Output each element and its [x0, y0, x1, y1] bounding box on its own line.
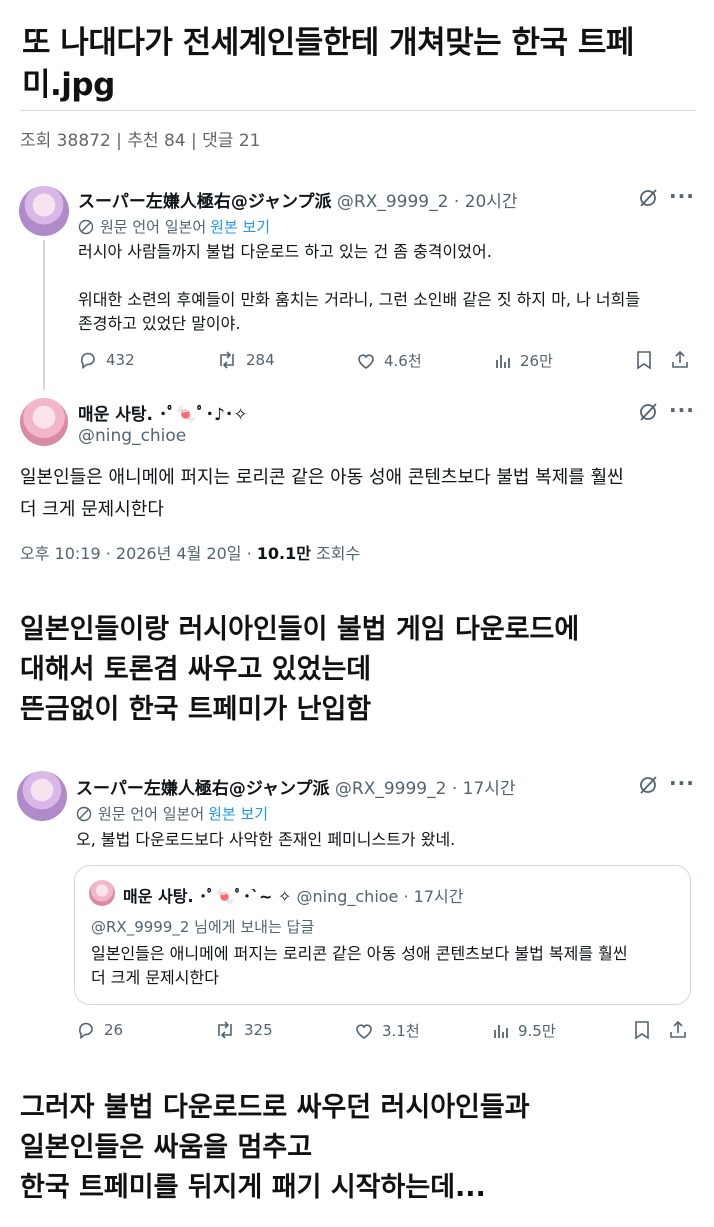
translation-row: 원문 언어 일본어 원본 보기 [78, 216, 270, 237]
show-original-link[interactable]: 원본 보기 [208, 805, 268, 823]
like-count: 4.6천 [384, 352, 422, 370]
post-meta: 조회 38872 | 추천 84 | 댓글 21 [20, 131, 261, 151]
repost-icon [220, 351, 234, 369]
author-row: スーパー左嫌人極右@ジャンプ派 @RX_9999_2 · 17시간 [76, 774, 516, 799]
timestamp-text: 오후 10:19 · 2026년 4월 20일 · [20, 544, 257, 563]
repost-count: 284 [246, 351, 275, 369]
more-icon[interactable]: ··· [669, 771, 695, 795]
views-button[interactable]: 9.5만 [492, 1020, 556, 1041]
author-name[interactable]: 매운 사탕. ･ﾟ🍬ﾟ･♪･✧ [78, 405, 248, 425]
action-bar: 26 325 3.1천 9.5만 [76, 1020, 696, 1044]
share-icon[interactable] [668, 1020, 688, 1040]
more-icon[interactable]: ··· [669, 184, 695, 208]
thread-line [43, 240, 45, 390]
tweet-text: 오, 불법 다운로드보다 사악한 존재인 페미니스트가 왔네. [76, 830, 456, 849]
grok-icon[interactable] [638, 402, 658, 422]
like-button[interactable]: 4.6천 [356, 350, 422, 371]
views-count: 9.5만 [518, 1022, 556, 1040]
repost-icon [218, 1021, 232, 1039]
quote-text: 일본인들은 애니메에 퍼지는 로리콘 같은 아동 성애 콘텐츠보다 불법 복제를… [91, 944, 628, 987]
author-row: スーパー左嫌人極右@ジャンプ派 @RX_9999_2 · 20시간 [78, 187, 518, 212]
repost-count: 325 [244, 1021, 273, 1039]
caption-1: 일본인들이랑 러시아인들이 불법 게임 다운로드에 대해서 토론겸 싸우고 있었… [20, 614, 580, 725]
tweet-1[interactable]: スーパー左嫌人極右@ジャンプ派 @RX_9999_2 · 20시간 ··· 원문… [0, 178, 714, 390]
show-original-link[interactable]: 원본 보기 [210, 218, 270, 236]
translation-row: 원문 언어 일본어 원본 보기 [76, 803, 268, 824]
bookmark-icon[interactable] [635, 350, 653, 370]
translation-label: 원문 언어 일본어 [98, 805, 205, 823]
reply-count: 26 [104, 1021, 124, 1039]
quote-author-row: 매운 사탕. ･ﾟ🍬ﾟ･`~ ✧ @ning_chioe · 17시간 [123, 883, 463, 907]
title-divider [20, 110, 696, 111]
more-icon[interactable]: ··· [669, 398, 695, 422]
action-bar: 432 284 4.6천 26만 [78, 350, 698, 374]
repost-button[interactable]: 284 [216, 350, 275, 370]
tweet-text: 일본인들은 애니메에 퍼지는 로리콘 같은 아동 성애 콘텐츠보다 불법 복제를… [20, 467, 624, 520]
author-row: 매운 사탕. ･ﾟ🍬ﾟ･♪･✧ [78, 400, 248, 425]
views-count: 26만 [520, 352, 553, 370]
author-handle-time[interactable]: @RX_9999_2 · 20시간 [337, 192, 518, 212]
bookmark-icon[interactable] [633, 1020, 651, 1040]
reply-button[interactable]: 432 [78, 350, 135, 370]
share-icon[interactable] [670, 350, 690, 370]
avatar[interactable] [17, 771, 67, 821]
views-count: 10.1만 [256, 544, 311, 563]
tweet-text: 러시아 사람들까지 불법 다운로드 하고 있는 건 좀 충격이었어. 위대한 소… [78, 242, 641, 333]
reply-count: 432 [106, 351, 135, 369]
reply-icon [79, 1022, 93, 1040]
avatar[interactable] [19, 186, 69, 236]
author-name[interactable]: スーパー左嫌人極右@ジャンプ派 [76, 779, 329, 799]
tweet-timestamp[interactable]: 오후 10:19 · 2026년 4월 20일 · 10.1만 조회수 [20, 540, 360, 564]
tweet-2[interactable]: 매운 사탕. ･ﾟ🍬ﾟ･♪･✧ @ning_chioe ··· 일본인들은 애니… [0, 390, 714, 570]
views-icon [494, 1024, 508, 1038]
translate-icon [76, 806, 92, 822]
translation-label: 원문 언어 일본어 [100, 218, 207, 236]
grok-icon[interactable] [638, 775, 658, 795]
author-name[interactable]: スーパー左嫌人極右@ジャンプ派 [78, 192, 331, 212]
views-icon [496, 354, 510, 368]
like-icon [358, 353, 374, 369]
like-icon [356, 1023, 372, 1039]
quoted-tweet[interactable]: 매운 사탕. ･ﾟ🍬ﾟ･`~ ✧ @ning_chioe · 17시간 @RX_… [74, 865, 691, 1005]
avatar[interactable] [20, 398, 68, 446]
reply-button[interactable]: 26 [76, 1020, 123, 1040]
views-label: 조회수 [310, 544, 361, 563]
grok-icon[interactable] [638, 188, 658, 208]
quote-author-name: 매운 사탕. ･ﾟ🍬ﾟ･`~ ✧ [123, 887, 292, 906]
post-title: 또 나대다가 전세계인들한테 개쳐맞는 한국 트페미.jpg [22, 25, 634, 103]
caption-2: 그러자 불법 다운로드로 싸우던 러시아인들과 일본인들은 싸움을 멈추고 한국… [20, 1092, 530, 1203]
author-handle[interactable]: @ning_chioe [78, 426, 186, 446]
author-handle-time[interactable]: @RX_9999_2 · 17시간 [335, 779, 516, 799]
repost-button[interactable]: 325 [214, 1020, 273, 1040]
like-count: 3.1천 [382, 1022, 420, 1040]
quote-reply-to: @RX_9999_2 님에게 보내는 답글 [91, 918, 315, 936]
reply-icon [81, 352, 95, 370]
translate-icon [78, 219, 94, 235]
quote-avatar [89, 880, 115, 906]
quote-handle-time: @ning_chioe · 17시간 [296, 887, 464, 906]
views-button[interactable]: 26만 [494, 350, 553, 371]
like-button[interactable]: 3.1천 [354, 1020, 420, 1041]
